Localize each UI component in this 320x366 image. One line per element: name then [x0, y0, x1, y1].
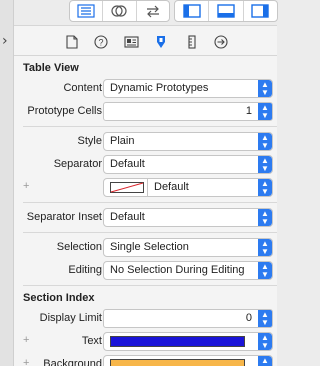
tab-attributes-inspector[interactable] [153, 34, 169, 50]
editor-mode-segmented-control [69, 0, 170, 22]
separator-inset-value: Default [110, 211, 145, 223]
editing-row: Editing No Selection During Editing ▲ ▼ [14, 259, 277, 282]
prototype-cells-label: Prototype Cells [27, 105, 102, 117]
text-color-row: + Text ▲ ▼ [14, 330, 277, 353]
prototype-cells-row: Prototype Cells 1 ▲ ▼ [14, 100, 277, 123]
tab-file-inspector[interactable] [64, 34, 80, 50]
updown-arrows-icon: ▲▼ [258, 179, 272, 196]
content-value: Dynamic Prototypes [110, 82, 209, 94]
editing-value: No Selection During Editing [110, 264, 245, 276]
tab-size-inspector[interactable] [184, 34, 200, 50]
stepper-arrows-icon[interactable]: ▲ ▼ [258, 310, 272, 327]
section-index-section-title: Section Index [23, 292, 95, 304]
assistant-editor-toggle[interactable] [103, 1, 137, 21]
selection-label: Selection [56, 241, 102, 253]
navigator-icon [77, 4, 95, 18]
separator-color-row: + Default ▲ ▼ [14, 176, 277, 199]
plus-icon[interactable]: + [23, 357, 29, 366]
chevron-right-icon[interactable]: › [2, 33, 8, 49]
plus-icon[interactable]: + [23, 180, 29, 192]
display-limit-field[interactable]: 0 ▲ ▼ [103, 309, 273, 328]
updown-arrows-icon: ▲▼ [258, 239, 272, 256]
updown-arrows-icon: ▲▼ [258, 356, 272, 366]
display-limit-value: 0 [245, 312, 252, 324]
editing-label: Editing [68, 264, 102, 276]
tab-connections-inspector[interactable] [213, 34, 229, 50]
text-color-popup[interactable]: ▲ ▼ [103, 332, 273, 351]
separator-inset-popup[interactable]: Default ▲ ▼ [103, 208, 273, 227]
display-limit-label: Display Limit [39, 312, 102, 324]
bottom-panel-toggle[interactable] [209, 1, 244, 21]
svg-text:?: ? [98, 38, 103, 48]
tab-identity-inspector[interactable] [123, 34, 139, 50]
updown-arrows-icon: ▲▼ [258, 333, 272, 350]
selection-popup[interactable]: Single Selection ▲ ▼ [103, 238, 273, 257]
divider [23, 232, 277, 233]
assistant-editor-icon [111, 5, 128, 17]
identity-icon [123, 36, 139, 48]
separator-color-value: Default [154, 181, 189, 193]
right-panel-toggle[interactable] [244, 1, 277, 21]
inspector-panel: ? Table View Content Dynamic Prototypes … [14, 0, 278, 366]
table-view-section-title: Table View [23, 62, 79, 74]
attributes-icon [157, 35, 165, 48]
stepper-arrows-icon[interactable]: ▲ ▼ [258, 103, 272, 120]
connections-icon [214, 35, 228, 49]
separator-popup[interactable]: Default ▲ ▼ [103, 155, 273, 174]
default-color-swatch-icon [110, 182, 144, 193]
separator-inset-label: Separator Inset [26, 211, 102, 223]
right-panel-icon [251, 4, 270, 18]
inspector-tab-bar: ? [14, 26, 277, 56]
style-row: Style Plain ▲ ▼ [14, 130, 277, 153]
updown-arrows-icon: ▲▼ [258, 209, 272, 226]
plus-icon[interactable]: + [23, 334, 29, 346]
swatch-divider [147, 179, 148, 196]
prototype-cells-field[interactable]: 1 ▲ ▼ [103, 102, 273, 121]
display-limit-row: Display Limit 0 ▲ ▼ [14, 307, 277, 330]
updown-arrows-icon: ▲▼ [258, 133, 272, 150]
left-panel-icon [182, 4, 201, 18]
bottom-panel-icon [217, 4, 235, 18]
style-value: Plain [110, 135, 135, 147]
tab-quick-help[interactable]: ? [93, 34, 109, 50]
version-editor-icon [146, 5, 159, 18]
style-popup[interactable]: Plain ▲ ▼ [103, 132, 273, 151]
content-row: Content Dynamic Prototypes ▲ ▼ [14, 77, 277, 100]
separator-label: Separator [53, 158, 102, 170]
separator-inset-row: Separator Inset Default ▲ ▼ [14, 206, 277, 229]
editor-toolbar [14, 0, 278, 26]
editing-popup[interactable]: No Selection During Editing ▲ ▼ [103, 261, 273, 280]
quick-help-icon: ? [94, 35, 108, 49]
left-panel-toggle[interactable] [175, 1, 210, 21]
panel-visibility-segmented-control [174, 0, 278, 22]
version-editor-toggle[interactable] [137, 1, 169, 21]
divider [23, 202, 277, 203]
size-icon [188, 35, 196, 49]
left-collapsed-strip: › [0, 0, 14, 366]
divider [23, 126, 277, 127]
navigator-toggle[interactable] [70, 1, 104, 21]
background-color-label: Background [43, 358, 102, 366]
separator-value: Default [110, 158, 145, 170]
background-color-swatch [110, 359, 245, 366]
background-color-popup[interactable]: ▲▼ [103, 355, 273, 366]
selection-row: Selection Single Selection ▲ ▼ [14, 236, 277, 259]
separator-color-popup[interactable]: Default ▲ ▼ [103, 178, 273, 197]
text-color-swatch [110, 336, 245, 347]
divider [23, 285, 277, 286]
updown-arrows-icon: ▲▼ [258, 262, 272, 279]
prototype-cells-value: 1 [245, 105, 252, 117]
selection-value: Single Selection [110, 241, 189, 253]
style-label: Style [77, 135, 102, 147]
content-label: Content [63, 82, 102, 94]
background-color-row: + Background ▲▼ [14, 353, 277, 366]
separator-row: Separator Default ▲ ▼ [14, 153, 277, 176]
updown-arrows-icon: ▲▼ [258, 156, 272, 173]
text-color-label: Text [81, 335, 102, 347]
file-icon [66, 35, 78, 49]
content-popup[interactable]: Dynamic Prototypes ▲ ▼ [103, 79, 273, 98]
updown-arrows-icon: ▲▼ [258, 80, 272, 97]
